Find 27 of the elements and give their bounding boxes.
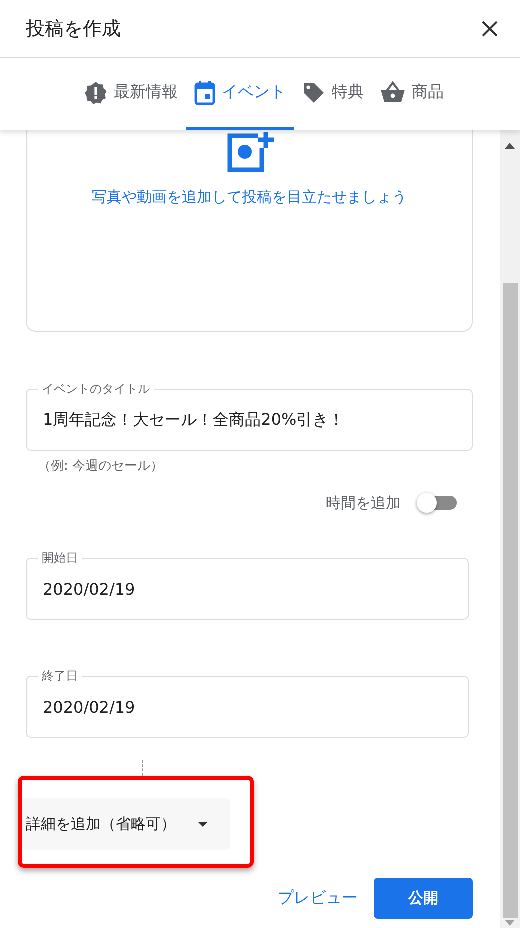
toggle-label: 時間を追加 bbox=[326, 494, 401, 512]
scroll-up-icon[interactable] bbox=[505, 143, 515, 149]
calendar-icon bbox=[194, 80, 216, 104]
date-field[interactable]: 終了日 2020/02/19 bbox=[26, 667, 469, 738]
title-field[interactable]: イベントのタイトル 1周年記念！大セール！全商品20%引き！ bbox=[26, 380, 473, 451]
tab[interactable]: 最新情報 bbox=[76, 58, 186, 130]
time-toggle[interactable] bbox=[417, 493, 457, 513]
tag-icon bbox=[302, 80, 326, 104]
scroll-thumb[interactable] bbox=[503, 283, 518, 918]
tab[interactable]: イベント bbox=[186, 58, 294, 130]
upload-card[interactable]: 写真や動画を追加して投稿を目立たせましょう bbox=[26, 130, 473, 332]
caret-icon bbox=[198, 822, 208, 826]
details-button[interactable]: 詳細を追加（省略可） bbox=[22, 798, 230, 850]
scrollbar[interactable] bbox=[500, 130, 520, 928]
basket-icon bbox=[380, 80, 406, 104]
close-icon[interactable] bbox=[482, 20, 498, 36]
tab[interactable]: 特典 bbox=[294, 58, 372, 130]
alert-icon bbox=[84, 80, 108, 104]
publish-button[interactable]: 公開 bbox=[374, 878, 473, 919]
tab[interactable]: 商品 bbox=[372, 58, 452, 130]
upload-prompt[interactable]: 写真や動画を追加して投稿を目立たせましょう bbox=[92, 188, 407, 207]
date-field[interactable]: 開始日 2020/02/19 bbox=[26, 549, 469, 620]
add-photo-icon bbox=[226, 132, 274, 174]
helper-text: （例: 今週のセール） bbox=[37, 458, 165, 475]
preview-button[interactable]: プレビュー bbox=[278, 888, 358, 909]
scroll-down-icon[interactable] bbox=[505, 920, 515, 926]
dialog-title: 投稿を作成 bbox=[26, 16, 121, 42]
